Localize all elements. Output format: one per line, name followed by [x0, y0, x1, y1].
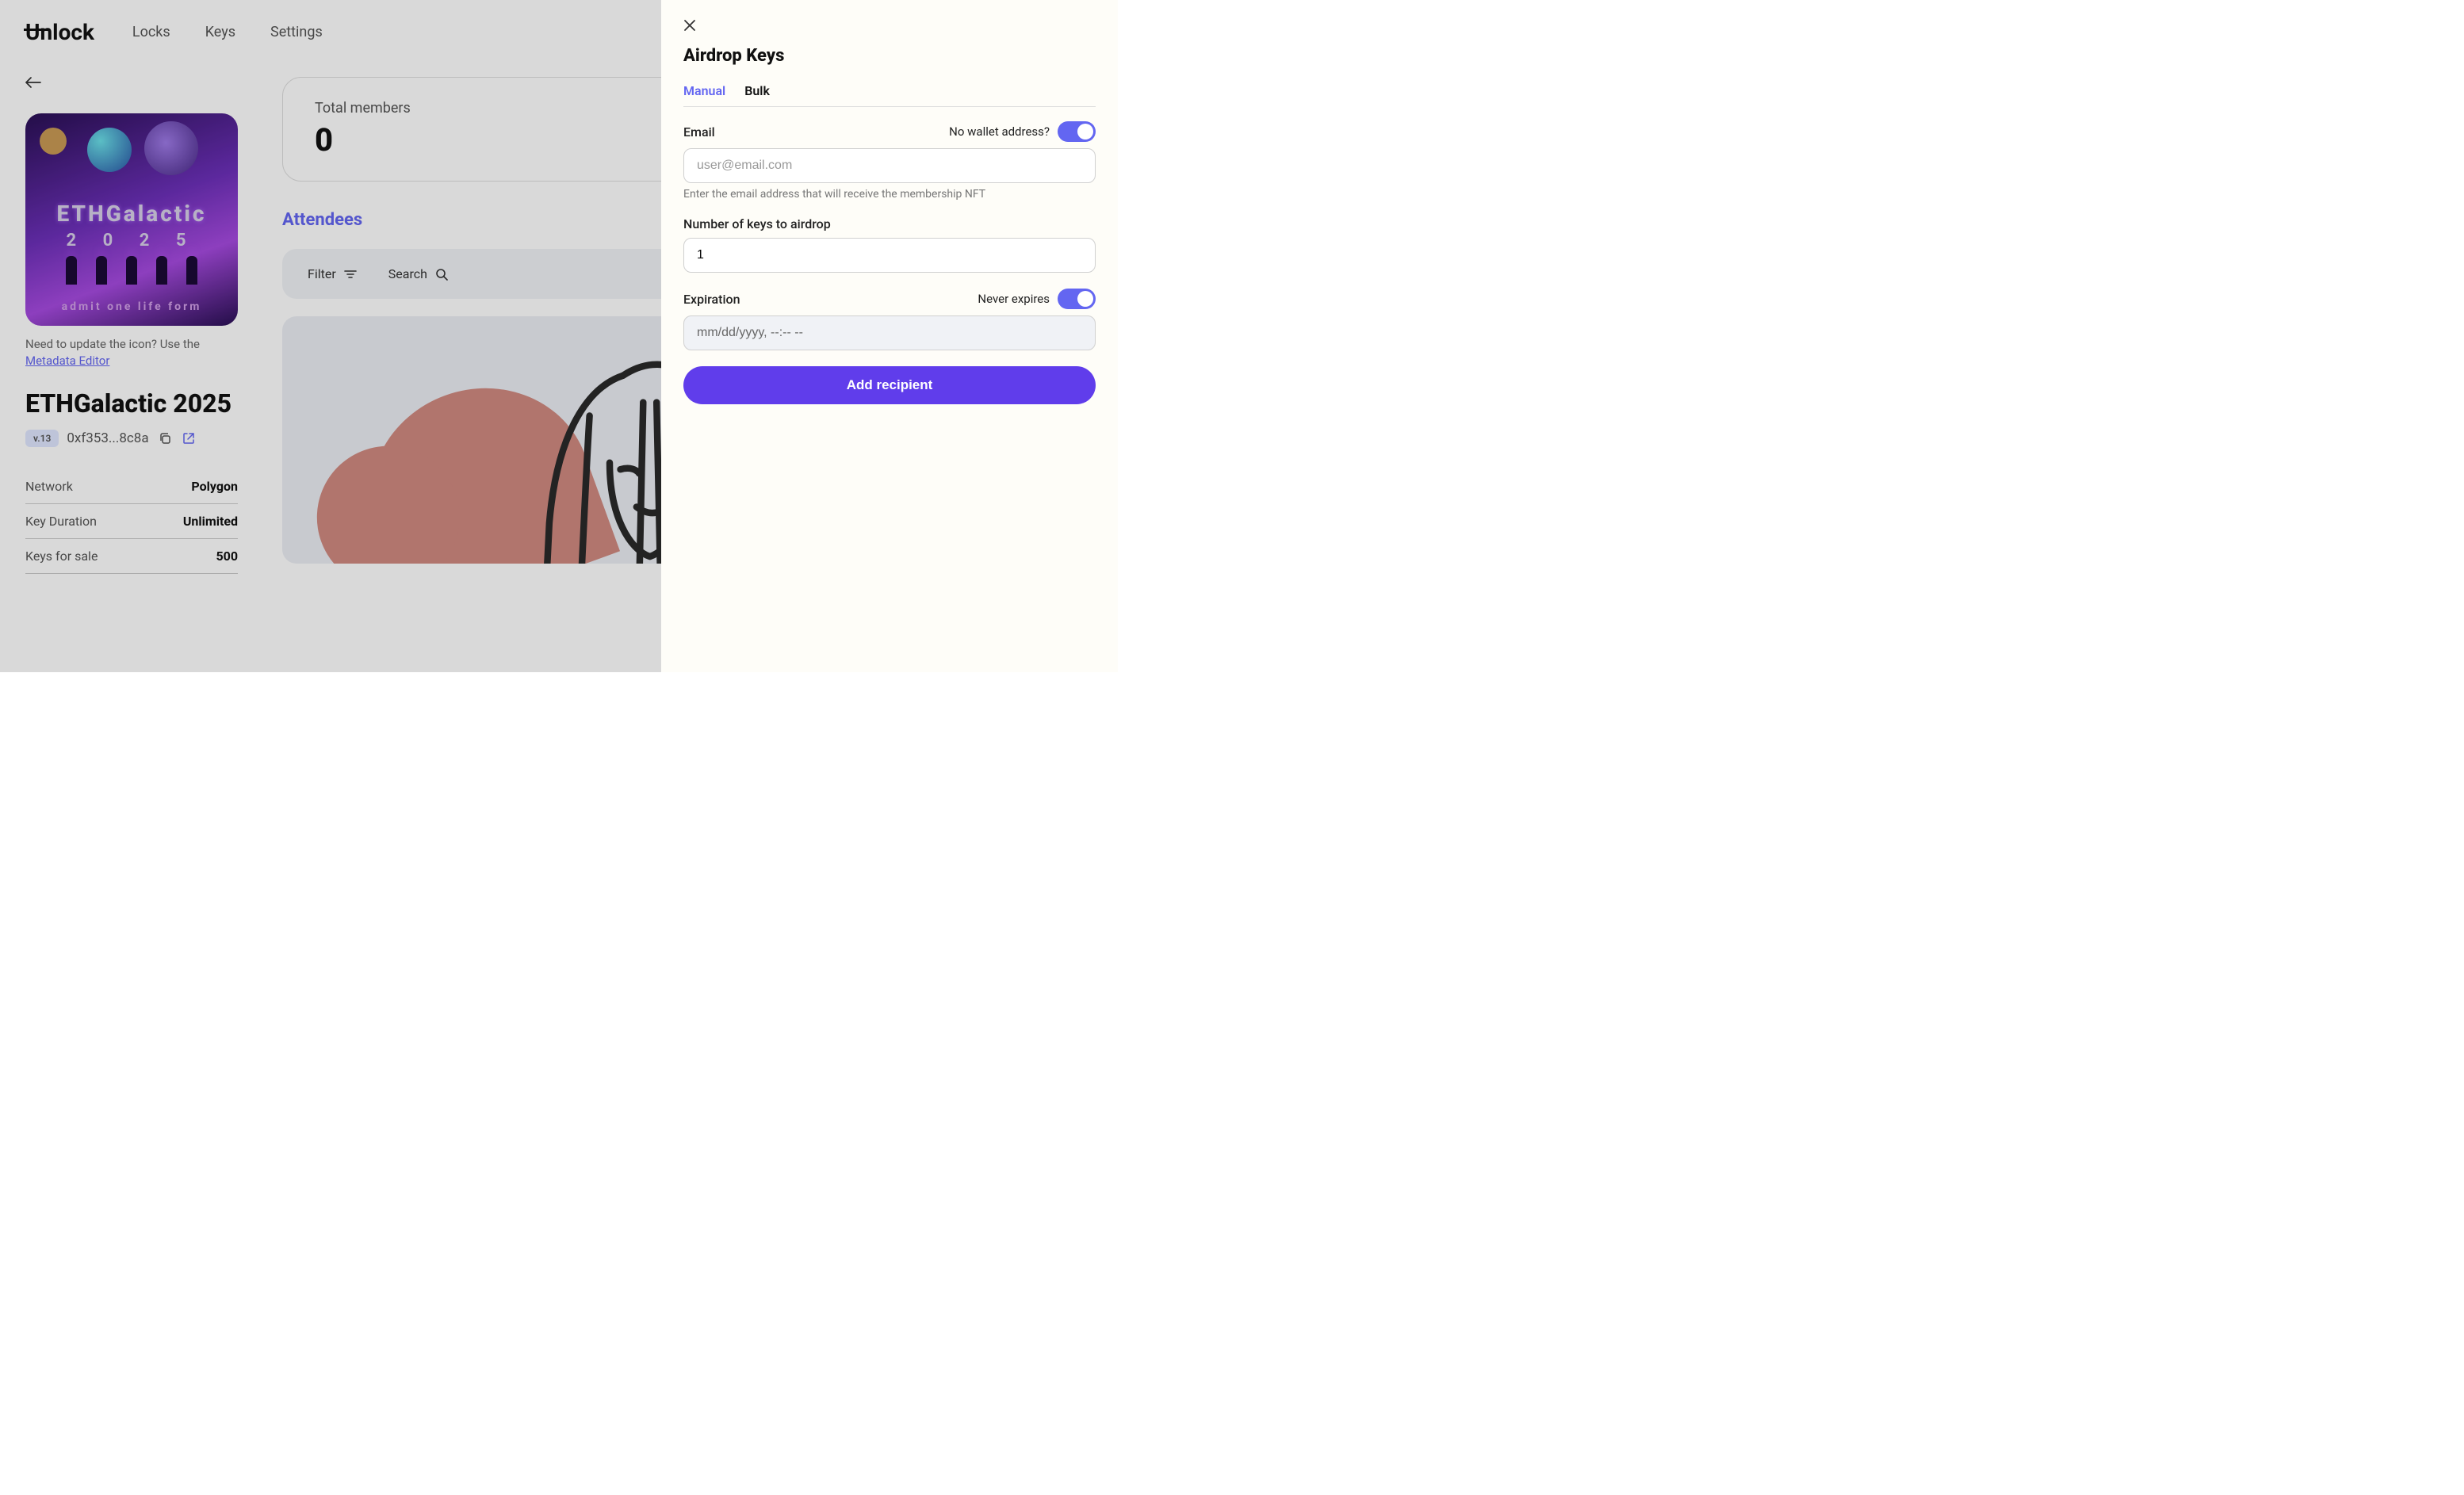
email-input[interactable]	[683, 148, 1096, 183]
drawer-title: Airdrop Keys	[683, 46, 1096, 66]
add-recipient-button[interactable]: Add recipient	[683, 366, 1096, 404]
email-field-group: Email No wallet address? Enter the email…	[683, 121, 1096, 201]
email-help-text: Enter the email address that will receiv…	[683, 188, 1096, 201]
never-expires-toggle[interactable]	[1058, 289, 1096, 309]
close-icon	[683, 19, 696, 32]
expiration-field-group: Expiration Never expires	[683, 289, 1096, 350]
tab-bulk[interactable]: Bulk	[744, 83, 770, 106]
never-expires-label: Never expires	[978, 292, 1050, 306]
no-wallet-label: No wallet address?	[949, 124, 1050, 139]
expiration-input	[683, 315, 1096, 350]
close-button[interactable]	[683, 19, 696, 32]
expiration-label: Expiration	[683, 292, 740, 307]
drawer-tabs: Manual Bulk	[683, 83, 1096, 107]
airdrop-drawer: Airdrop Keys Manual Bulk Email No wallet…	[661, 0, 1118, 672]
num-keys-label: Number of keys to airdrop	[683, 216, 831, 231]
num-keys-field-group: Number of keys to airdrop	[683, 216, 1096, 273]
no-wallet-toggle[interactable]	[1058, 121, 1096, 142]
email-label: Email	[683, 124, 715, 140]
num-keys-input[interactable]	[683, 238, 1096, 273]
tab-manual[interactable]: Manual	[683, 83, 725, 106]
